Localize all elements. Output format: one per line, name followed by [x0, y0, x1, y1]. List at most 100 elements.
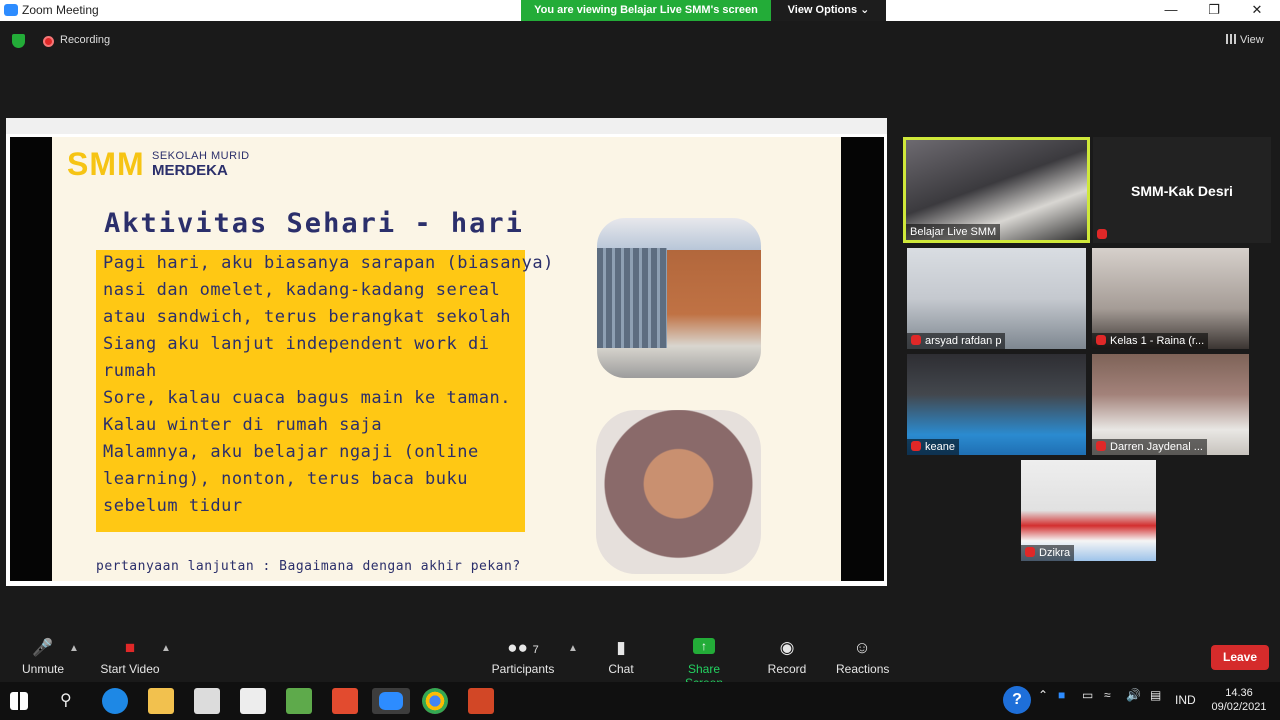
- close-button[interactable]: ✕: [1242, 1, 1272, 19]
- wps-office-icon[interactable]: [332, 688, 358, 714]
- student-photo: [596, 410, 761, 574]
- participants-count: 7: [532, 644, 539, 656]
- video-tile-raina[interactable]: Kelas 1 - Raina (r...: [1092, 248, 1249, 349]
- slide-footer-question: pertanyaan lanjutan : Bagaimana dengan a…: [96, 559, 521, 574]
- tile-name-badge: Dzikra: [1021, 545, 1075, 561]
- windows-start-icon[interactable]: [10, 692, 28, 710]
- slide-line: Siang aku lanjut independent work di: [103, 334, 490, 354]
- school-building-photo: [597, 218, 761, 378]
- mic-muted-icon: [1096, 335, 1106, 345]
- reactions-label: Reactions: [836, 662, 890, 676]
- video-tile-dzikra[interactable]: Dzikra: [1021, 460, 1156, 561]
- grid-view-icon: [1226, 34, 1236, 44]
- chat-button[interactable]: ▮ Chat: [605, 638, 637, 676]
- share-screen-icon: ↑: [693, 638, 715, 654]
- slide-line: Kalau winter di rumah saja: [103, 415, 383, 435]
- start-video-label: Start Video: [100, 662, 160, 676]
- mic-muted-icon: [1096, 441, 1106, 451]
- tile-name-badge: Darren Jaydenal ...: [1092, 439, 1207, 455]
- chat-icon: ▮: [616, 638, 626, 657]
- help-icon[interactable]: ?: [1003, 686, 1031, 714]
- record-icon: ◉: [779, 638, 795, 657]
- record-button[interactable]: ◉ Record: [767, 638, 807, 676]
- tile-name-badge: Kelas 1 - Raina (r...: [1092, 333, 1209, 349]
- volume-icon[interactable]: 🔊: [1126, 688, 1141, 702]
- zoom-taskbar-slot[interactable]: [372, 688, 410, 714]
- store-icon[interactable]: [194, 688, 220, 714]
- record-label: Record: [767, 662, 807, 676]
- evernote-icon[interactable]: [286, 688, 312, 714]
- slide-line: nasi dan omelet, kadang-kadang sereal: [103, 280, 501, 300]
- slide-line: sebelum tidur: [103, 496, 243, 516]
- mic-muted-icon: [1025, 547, 1035, 557]
- start-video-button[interactable]: ■ Start Video: [98, 638, 162, 676]
- chrome-icon[interactable]: [422, 688, 448, 714]
- tile-name: Belajar Live SMM: [906, 224, 1001, 240]
- smm-logo: SMM: [67, 146, 145, 182]
- reactions-icon: ☺: [853, 638, 871, 657]
- video-tile-host[interactable]: Belajar Live SMM: [903, 137, 1090, 243]
- shared-window-titlebar: [6, 118, 887, 134]
- restore-button[interactable]: ❐: [1199, 1, 1229, 19]
- zoom-tray-icon[interactable]: ■: [1058, 688, 1065, 702]
- tile-name: arsyad rafdan p: [925, 335, 1002, 347]
- tile-name: Dzikra: [1039, 547, 1071, 559]
- slide-line: Malamnya, aku belajar ngaji (online: [103, 442, 479, 462]
- participants-icon: ●● 7: [507, 638, 539, 657]
- notification-message-icon[interactable]: ▤: [1150, 688, 1161, 702]
- participants-options-caret[interactable]: ▲: [568, 643, 578, 654]
- viewing-banner: You are viewing Belajar Live SMM's scree…: [521, 0, 771, 21]
- meeting-toolbar: [0, 630, 1280, 682]
- view-button[interactable]: View: [1226, 34, 1264, 46]
- tile-name-badge: arsyad rafdan p: [907, 333, 1006, 349]
- recording-label[interactable]: Recording: [60, 34, 110, 46]
- building-windows: [597, 248, 667, 348]
- battery-icon[interactable]: ▭: [1082, 688, 1093, 702]
- window-title: Zoom Meeting: [22, 3, 99, 17]
- tile-mute-badge: [1093, 227, 1115, 243]
- participants-label: Participants: [491, 662, 555, 676]
- tile-name: Darren Jaydenal ...: [1110, 441, 1203, 453]
- slide-line: rumah: [103, 361, 157, 381]
- video-tile-darren[interactable]: Darren Jaydenal ...: [1092, 354, 1249, 455]
- edge-browser-icon[interactable]: [102, 688, 128, 714]
- mic-muted-icon: [911, 441, 921, 451]
- video-off-icon: ■: [124, 638, 136, 657]
- view-options-button[interactable]: View Options ⌄: [771, 0, 886, 21]
- video-options-caret[interactable]: ▲: [161, 643, 171, 654]
- video-tile-keane[interactable]: keane: [907, 354, 1086, 455]
- logo-subtitle-line2: MERDEKA: [152, 162, 228, 179]
- taskbar-clock[interactable]: 14.36 09/02/2021: [1209, 686, 1269, 714]
- tile-name-badge: keane: [907, 439, 959, 455]
- slide-title: Aktivitas Sehari - hari: [104, 208, 524, 239]
- minimize-button[interactable]: —: [1156, 1, 1186, 19]
- tray-overflow-icon[interactable]: ⌃: [1038, 688, 1048, 702]
- participants-button[interactable]: ●● 7 Participants: [490, 638, 556, 676]
- video-tile-arsyad[interactable]: arsyad rafdan p: [907, 248, 1086, 349]
- chat-label: Chat: [608, 662, 634, 676]
- leave-button[interactable]: Leave: [1211, 645, 1269, 670]
- recording-icon: [43, 36, 54, 47]
- reactions-button[interactable]: ☺ Reactions: [836, 638, 890, 676]
- slide-line: atau sandwich, terus berangkat sekolah: [103, 307, 511, 327]
- unmute-button[interactable]: 🎤 Unmute: [20, 638, 66, 676]
- zoom-logo-icon: [4, 4, 18, 16]
- powerpoint-icon[interactable]: [468, 688, 494, 714]
- slide-line: Sore, kalau cuaca bagus main ke taman.: [103, 388, 511, 408]
- slide-line: learning), nonton, terus baca buku: [103, 469, 468, 489]
- unmute-label: Unmute: [21, 662, 65, 676]
- dropbox-icon[interactable]: [240, 688, 266, 714]
- tile-name: keane: [925, 441, 955, 453]
- wifi-icon[interactable]: ≈: [1104, 688, 1111, 702]
- slide-line: Pagi hari, aku biasanya sarapan (biasany…: [103, 253, 554, 273]
- view-label: View: [1240, 34, 1264, 46]
- file-explorer-icon[interactable]: [148, 688, 174, 714]
- search-icon[interactable]: ⚲: [60, 690, 72, 710]
- logo-subtitle-line1: SEKOLAH MURID: [152, 150, 250, 162]
- encryption-shield-icon[interactable]: [12, 34, 25, 48]
- tile-name-center: SMM-Kak Desri: [1131, 183, 1233, 199]
- audio-options-caret[interactable]: ▲: [69, 643, 79, 654]
- zoom-app-icon: [379, 692, 403, 710]
- language-indicator[interactable]: IND: [1175, 693, 1196, 707]
- mic-off-icon: 🎤: [32, 638, 54, 657]
